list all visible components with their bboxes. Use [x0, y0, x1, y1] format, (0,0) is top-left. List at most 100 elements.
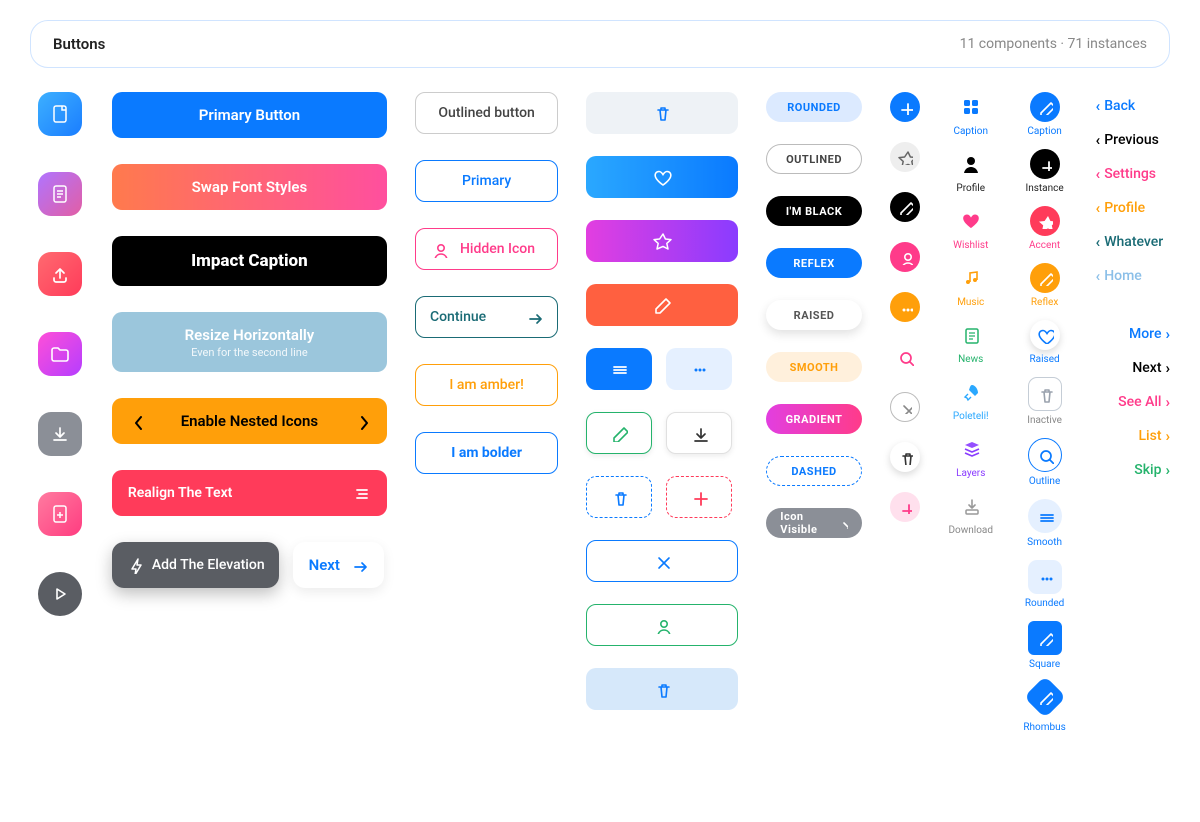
- pill-gradient[interactable]: GRADIENT: [766, 404, 862, 434]
- outlined-primary[interactable]: Primary: [415, 160, 558, 202]
- star-iconbtn[interactable]: [586, 220, 738, 262]
- download-sq[interactable]: [666, 412, 732, 454]
- rocket-icon-btn[interactable]: [956, 377, 986, 407]
- outlined-column: Outlined button Primary Hidden Icon Cont…: [415, 92, 558, 743]
- download-icon-btn[interactable]: [956, 491, 986, 521]
- wishlist-icon-btn[interactable]: [956, 206, 986, 236]
- pill-outlined-label: OUTLINED: [786, 153, 842, 166]
- pencil-icon: [652, 295, 672, 315]
- menu-sq[interactable]: [586, 348, 652, 390]
- cap-rounded: Rounded: [1025, 598, 1064, 609]
- raised-circ[interactable]: [1030, 320, 1060, 350]
- elevation-button[interactable]: Add The Elevation: [112, 542, 279, 588]
- trash-sq-dashed[interactable]: [586, 476, 652, 518]
- tile-file[interactable]: [38, 92, 82, 136]
- link-more[interactable]: More›: [1096, 320, 1171, 348]
- layers-icon-btn[interactable]: [956, 434, 986, 464]
- link-whatever[interactable]: ‹Whatever: [1096, 228, 1171, 256]
- swap-font-button[interactable]: Swap Font Styles: [112, 164, 387, 210]
- outline-sqic[interactable]: [1028, 438, 1062, 472]
- reflex-circ[interactable]: [1030, 263, 1060, 293]
- music-icon-btn[interactable]: [956, 263, 986, 293]
- outlined-button[interactable]: Outlined button: [415, 92, 558, 134]
- pill-black[interactable]: I'M BLACK: [766, 196, 862, 226]
- resize-button[interactable]: Resize Horizontally Even for the second …: [112, 312, 387, 372]
- circ-close[interactable]: [890, 392, 920, 422]
- user-wide[interactable]: [586, 604, 738, 646]
- pill-rounded[interactable]: ROUNDED: [766, 92, 862, 122]
- circ-star[interactable]: [890, 142, 920, 172]
- news-icon: [961, 325, 981, 345]
- link-previous[interactable]: ‹Previous: [1096, 126, 1171, 154]
- circ-plus[interactable]: [890, 92, 920, 122]
- tile-folder[interactable]: [38, 332, 82, 376]
- pill-outlined[interactable]: OUTLINED: [766, 144, 862, 174]
- trash-icon: [897, 449, 913, 465]
- heart-iconbtn[interactable]: [586, 156, 738, 198]
- link-seeall[interactable]: See All›: [1096, 388, 1171, 416]
- link-skip[interactable]: Skip›: [1096, 456, 1171, 484]
- next-button[interactable]: Next: [293, 542, 384, 588]
- link-seeall-label: See All: [1118, 394, 1161, 410]
- user-icon: [653, 616, 671, 634]
- circ-search[interactable]: [890, 342, 920, 372]
- primary-button[interactable]: Primary Button: [112, 92, 387, 138]
- dots-sq[interactable]: [666, 348, 732, 390]
- pill-dashed[interactable]: DASHED: [766, 456, 862, 486]
- bolt-icon: [126, 556, 144, 574]
- continue-button[interactable]: Continue: [415, 296, 558, 338]
- rounded-sqic[interactable]: [1028, 560, 1062, 594]
- inactive-sqic[interactable]: [1028, 377, 1062, 411]
- circ-trash[interactable]: [890, 442, 920, 472]
- close-wide[interactable]: [586, 540, 738, 582]
- link-list[interactable]: List›: [1096, 422, 1171, 450]
- amber-button[interactable]: I am amber!: [415, 364, 558, 406]
- pill-reflex-label: REFLEX: [793, 257, 834, 270]
- chevron-right-icon: ›: [1165, 359, 1170, 377]
- pill-reflex[interactable]: REFLEX: [766, 248, 862, 278]
- caption-circ[interactable]: [1030, 92, 1060, 122]
- link-back[interactable]: ‹Back: [1096, 92, 1171, 120]
- impact-button[interactable]: Impact Caption: [112, 236, 387, 286]
- tile-upload[interactable]: [38, 252, 82, 296]
- wide-button-column: Primary Button Swap Font Styles Impact C…: [112, 92, 387, 743]
- circ-plus-pink[interactable]: [890, 492, 920, 522]
- grid-icon-btn[interactable]: [956, 92, 986, 122]
- instance-circ[interactable]: [1030, 149, 1060, 179]
- tile-download[interactable]: [38, 412, 82, 456]
- tile-file-plus[interactable]: [38, 492, 82, 536]
- square-sqic[interactable]: [1028, 621, 1062, 655]
- trash-wide[interactable]: [586, 668, 738, 710]
- pill-smooth[interactable]: SMOOTH: [766, 352, 862, 382]
- circ-pencil[interactable]: [890, 192, 920, 222]
- rhombus-sqic[interactable]: [1023, 676, 1065, 718]
- link-next[interactable]: Next›: [1096, 354, 1171, 382]
- link-home[interactable]: ‹Home: [1096, 262, 1171, 290]
- circ-dots[interactable]: [890, 292, 920, 322]
- close-icon: [838, 517, 847, 529]
- grid-icon: [960, 96, 982, 118]
- hidden-icon-button[interactable]: Hidden Icon: [415, 228, 558, 270]
- smooth-sqic[interactable]: [1028, 499, 1062, 533]
- link-settings[interactable]: ‹Settings: [1096, 160, 1171, 188]
- plus-sq-dashed[interactable]: [666, 476, 732, 518]
- elevation-label: Add The Elevation: [152, 557, 265, 573]
- pencil-icon: [610, 424, 628, 442]
- tile-play[interactable]: [38, 572, 82, 616]
- bolder-button[interactable]: I am bolder: [415, 432, 558, 474]
- circ-user[interactable]: [890, 242, 920, 272]
- pill-icon-visible[interactable]: Icon Visible: [766, 508, 862, 538]
- pencil-sq-green[interactable]: [586, 412, 652, 454]
- realign-button[interactable]: Realign The Text: [112, 470, 387, 516]
- tile-document[interactable]: [38, 172, 82, 216]
- profile-icon-btn[interactable]: [956, 149, 986, 179]
- news-icon-btn[interactable]: [956, 320, 986, 350]
- caption-icon-column-2: Caption Instance Accent Reflex Raised In…: [1022, 92, 1068, 743]
- link-profile[interactable]: ‹Profile: [1096, 194, 1171, 222]
- nested-button[interactable]: Enable Nested Icons: [112, 398, 387, 444]
- chevron-right-icon: ›: [1165, 325, 1170, 343]
- pencil-iconbtn[interactable]: [586, 284, 738, 326]
- trash-iconbtn-light[interactable]: [586, 92, 738, 134]
- accent-circ[interactable]: [1030, 206, 1060, 236]
- pill-raised[interactable]: RAISED: [766, 300, 862, 330]
